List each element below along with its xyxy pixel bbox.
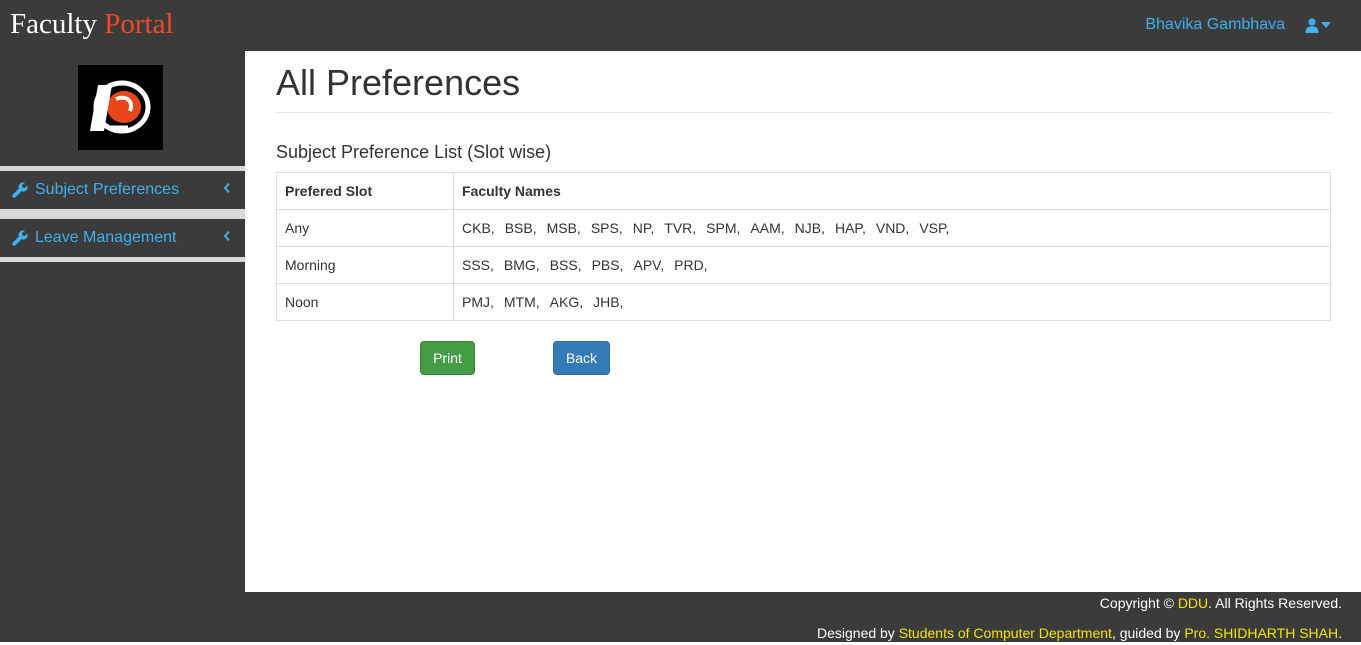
top-navbar: Faculty Portal Bhavika Gambhava (0, 0, 1361, 51)
faculty-initials: APV, (633, 257, 665, 273)
table-header-row: Prefered Slot Faculty Names (276, 172, 1331, 210)
faculty-names-cell: PMJ, MTM, AKG, JHB, (453, 283, 1331, 321)
user-icon (1305, 17, 1319, 33)
faculty-initials: PBS, (591, 257, 624, 273)
wrench-icon (12, 230, 28, 246)
copyright-prefix: Copyright © (1099, 595, 1174, 611)
faculty-initials: SPM, (706, 220, 741, 236)
wrench-icon (12, 182, 28, 198)
faculty-initials: SSS, (462, 257, 494, 273)
brand-text-faculty: Faculty (10, 8, 97, 40)
faculty-initials: BSB, (504, 220, 537, 236)
brand-logo-link[interactable]: Faculty Portal (10, 6, 174, 42)
faculty-initials: VND, (875, 220, 910, 236)
faculty-initials: BSS, (549, 257, 582, 273)
designed-prefix: Designed by (816, 625, 895, 641)
chevron-left-icon (223, 230, 231, 242)
table-row: Any CKB, BSB, MSB, SPS, NP, TVR, SPM, AAM, NJB, HA… (276, 209, 1331, 247)
ddu-logo (78, 65, 163, 150)
faculty-initials: CKB, (462, 220, 495, 236)
sidebar-item-label: Subject Preferences (35, 181, 180, 198)
back-button[interactable]: Back (553, 341, 610, 375)
faculty-initials: AAM, (750, 220, 785, 236)
guided-by-link[interactable]: Pro. SHIDHARTH SHAH (1184, 625, 1338, 641)
faculty-initials: VSP, (919, 220, 950, 236)
designed-by-line: Designed by Students of Computer Departm… (817, 625, 1342, 641)
faculty-initials: MSB, (546, 220, 581, 236)
chevron-left-icon (223, 182, 231, 194)
faculty-initials: JHB, (593, 294, 624, 310)
faculty-initials: SPS, (590, 220, 623, 236)
user-menu-toggle[interactable]: Bhavika Gambhava (1145, 14, 1331, 36)
sidebar-item-leave-management[interactable]: Leave Management (0, 214, 245, 262)
faculty-initials: PMJ, (462, 294, 494, 310)
faculty-initials: NJB, (794, 220, 825, 236)
slot-cell: Morning (276, 246, 454, 284)
faculty-initials: MTM, (503, 294, 540, 310)
table-body: Any CKB, BSB, MSB, SPS, NP, TVR, SPM, AAM, NJB, HA… (276, 209, 1331, 321)
column-header-slot: Prefered Slot (276, 172, 454, 210)
sidebar-item-subject-preferences[interactable]: Subject Preferences (0, 166, 245, 214)
user-name: Bhavika Gambhava (1145, 16, 1285, 33)
faculty-initials: BMG, (503, 257, 540, 273)
faculty-names-cell: SSS, BMG, BSS, PBS, APV, PRD, (453, 246, 1331, 284)
page-title: All Preferences (276, 62, 521, 103)
brand-text-portal: Portal (104, 8, 174, 40)
footer-end: . (1338, 625, 1342, 641)
faculty-initials: NP, (632, 220, 655, 236)
table-row: Morning SSS, BMG, BSS, PBS, APV, PRD, (276, 246, 1331, 284)
faculty-initials: PRD, (674, 257, 708, 273)
copyright-suffix: . All Rights Reserved. (1208, 595, 1342, 611)
column-header-faculty-names: Faculty Names (453, 172, 1331, 210)
sidebar: Subject Preferences Leave Management (0, 51, 245, 642)
slot-cell: Any (276, 209, 454, 247)
copyright-line: Copyright © DDU. All Rights Reserved. (1100, 595, 1342, 611)
faculty-initials: HAP, (834, 220, 866, 236)
table-row: Noon PMJ, MTM, AKG, JHB, (276, 283, 1331, 321)
section-heading: Subject Preference List (Slot wise) (276, 142, 552, 162)
guided-prefix: , guided by (1111, 625, 1181, 641)
footer: Copyright © DDU. All Rights Reserved. De… (245, 592, 1361, 642)
caret-down-icon (1321, 22, 1331, 28)
designed-by-link[interactable]: Students of Computer Department (899, 625, 1112, 641)
copyright-org-link[interactable]: DDU (1178, 595, 1208, 611)
faculty-initials: TVR, (664, 220, 697, 236)
preference-table: Prefered Slot Faculty Names Any CKB, BSB, M… (276, 172, 1331, 321)
print-button[interactable]: Print (420, 341, 475, 375)
title-divider (276, 112, 1331, 113)
faculty-initials: AKG, (549, 294, 584, 310)
sidebar-item-label: Leave Management (35, 229, 177, 246)
faculty-names-cell: CKB, BSB, MSB, SPS, NP, TVR, SPM, AAM, NJB, HAP, V… (453, 209, 1331, 247)
slot-cell: Noon (276, 283, 454, 321)
